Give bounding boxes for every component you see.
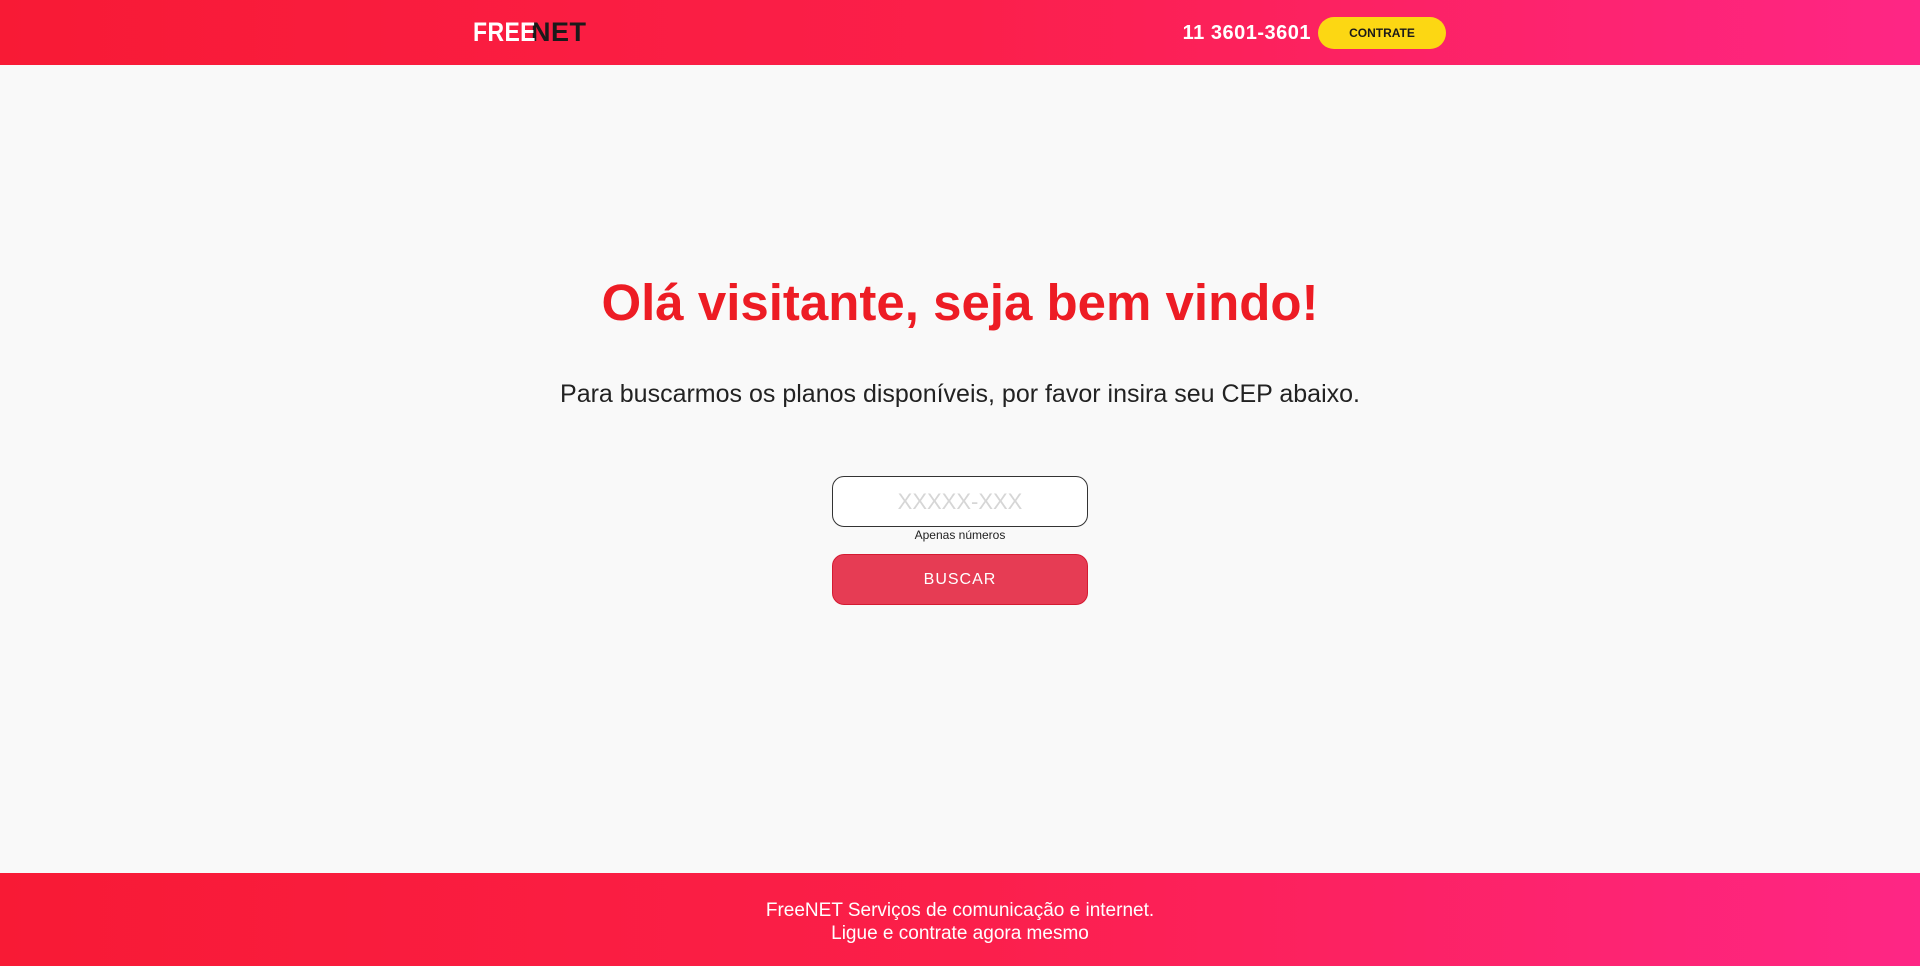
main-content: Olá visitante, seja bem vindo! Para busc… xyxy=(0,65,1920,873)
buscar-button[interactable]: BUSCAR xyxy=(832,554,1088,605)
welcome-title: Olá visitante, seja bem vindo! xyxy=(601,274,1319,331)
footer-company-text: FreeNET Serviços de comunicação e intern… xyxy=(765,900,1155,921)
site-header: FREE NET 11 3601-3601 CONTRATE xyxy=(0,0,1920,65)
contrate-button[interactable]: CONTRATE xyxy=(1318,17,1446,49)
cep-hint: Apenas números xyxy=(914,528,1006,542)
instructions-text: Para buscarmos os planos disponíveis, po… xyxy=(560,380,1360,408)
phone-number[interactable]: 11 3601-3601 xyxy=(1183,19,1311,47)
site-footer: FreeNET Serviços de comunicação e intern… xyxy=(0,873,1920,966)
cep-input[interactable] xyxy=(832,476,1088,527)
logo-free-text: FREE xyxy=(473,16,536,47)
footer-cta-text: Ligue e contrate agora mesmo xyxy=(831,923,1089,944)
page: FREE NET 11 3601-3601 CONTRATE Olá visit… xyxy=(0,0,1920,966)
logo-net-text: NET xyxy=(531,16,587,47)
freenet-logo[interactable]: FREE NET xyxy=(473,16,587,48)
